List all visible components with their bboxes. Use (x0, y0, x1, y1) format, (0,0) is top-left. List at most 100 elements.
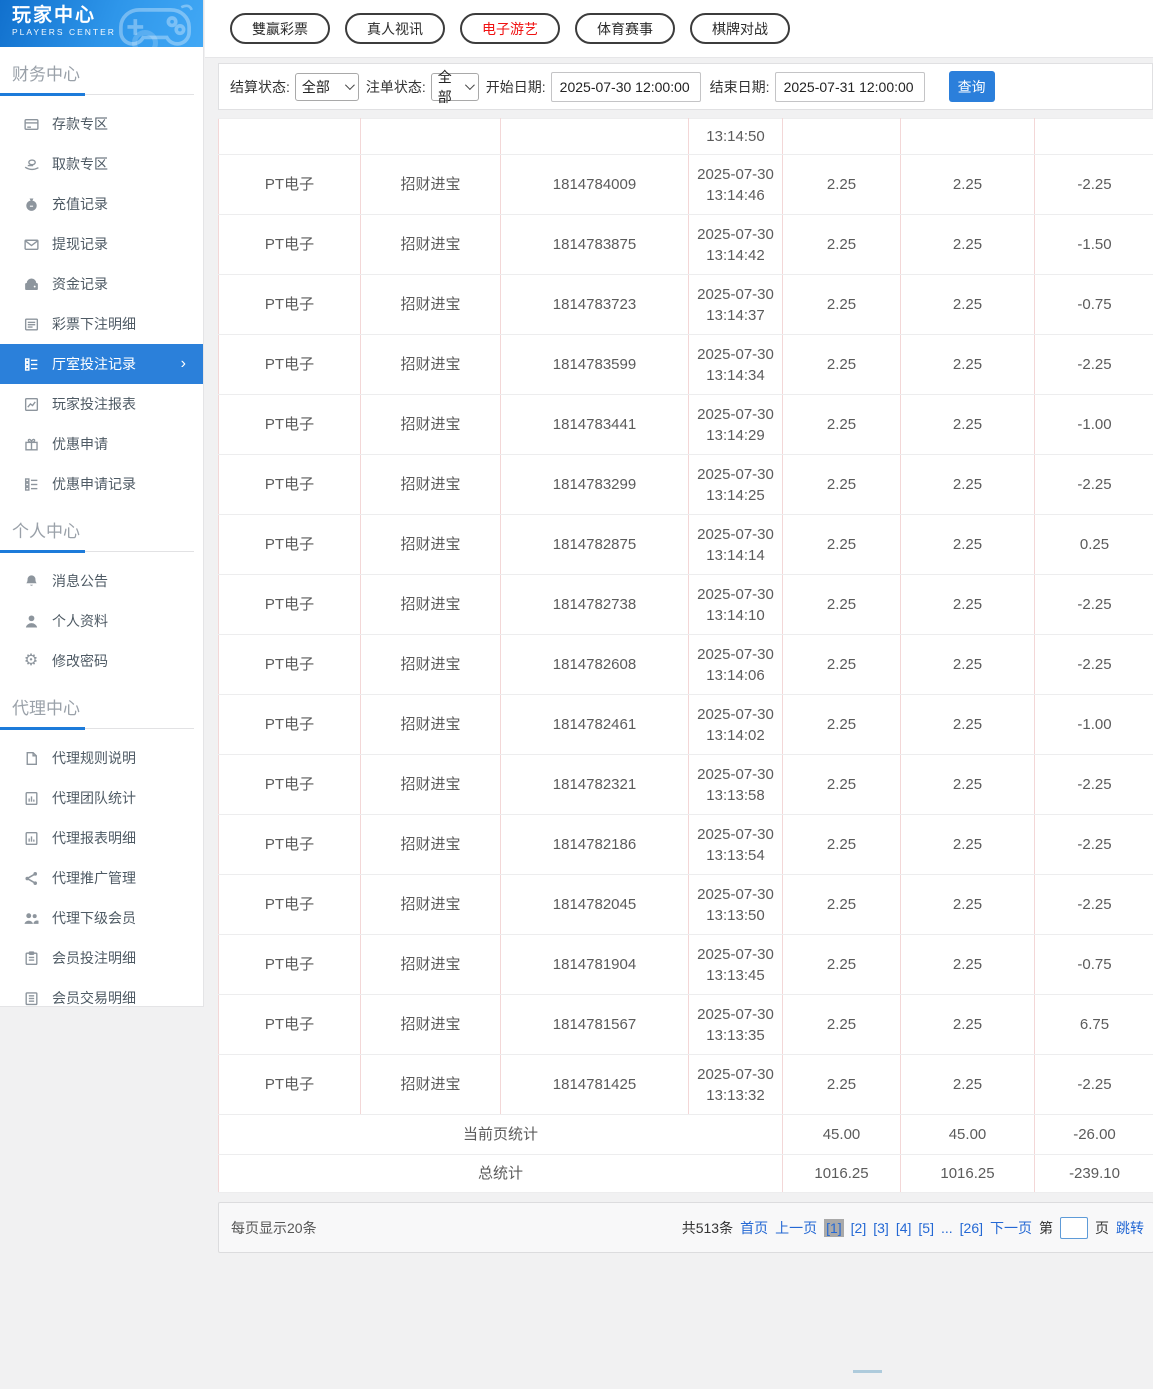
cell-result: -2.25 (1035, 875, 1153, 935)
settle-status-select[interactable]: 全部 (295, 73, 359, 101)
table-row: PT电子招财进宝18147819042025-07-3013:13:452.25… (219, 935, 1153, 995)
table-row: PT电子招财进宝18147832992025-07-3013:14:252.25… (219, 455, 1153, 515)
sidebar-item-agent-sub-members[interactable]: 代理下级会员 (0, 898, 203, 938)
cell-game: 招财进宝 (361, 515, 501, 575)
bet-records-table-box: 13:14:50PT电子招财进宝18147840092025-07-3013:1… (218, 118, 1153, 1193)
share-icon (22, 869, 40, 887)
cell-time: 2025-07-3013:14:14 (689, 515, 783, 575)
cell-platform: PT电子 (219, 755, 361, 815)
cell-result: -2.25 (1035, 575, 1153, 635)
card-icon (22, 115, 40, 133)
cell-time: 2025-07-3013:14:25 (689, 455, 783, 515)
cell-order: 1814781904 (501, 935, 689, 995)
next-page-link[interactable]: 下一页 (990, 1218, 1032, 1238)
cell-time: 2025-07-3013:13:58 (689, 755, 783, 815)
sidebar-item-agent-team-stats[interactable]: 代理团队统计 (0, 778, 203, 818)
tab-e-games[interactable]: 电子游艺 (460, 13, 560, 44)
sidebar-item-label: 会员交易明细 (52, 988, 136, 1008)
cell-platform: PT电子 (219, 155, 361, 215)
page-summary-row: 当前页统计45.0045.00-26.00 (219, 1115, 1153, 1155)
jump-button[interactable]: 跳转 (1116, 1218, 1144, 1238)
prev-page-link[interactable]: 上一页 (775, 1218, 817, 1238)
content-area: 结算状态: 全部 注单状态: 全部 开始日期: 结束日期: 查询 (205, 58, 1153, 1253)
summary-valid: 1016.25 (901, 1155, 1035, 1193)
cell-game: 招财进宝 (361, 155, 501, 215)
sidebar-item-agent-report-detail[interactable]: 代理报表明细 (0, 818, 203, 858)
table-row-partial: 13:14:50 (219, 119, 1153, 155)
sidebar-item-label: 代理规则说明 (52, 748, 136, 768)
sidebar-item-lottery-bet-detail[interactable]: 彩票下注明细 (0, 304, 203, 344)
order-status-select[interactable]: 全部 (431, 73, 479, 101)
cell-game: 招财进宝 (361, 995, 501, 1055)
cell-bet: 2.25 (783, 395, 901, 455)
jump-page-input[interactable] (1060, 1217, 1088, 1239)
sidebar-item-label: 彩票下注明细 (52, 314, 136, 334)
sidebar-item-promo-apply[interactable]: 优惠申请 (0, 424, 203, 464)
sidebar-item-agent-promo-mgmt[interactable]: 代理推广管理 (0, 858, 203, 898)
tab-live-video[interactable]: 真人视讯 (345, 13, 445, 44)
sidebar-item-member-bet-detail[interactable]: 会员投注明细 (0, 938, 203, 978)
cell-game: 招财进宝 (361, 935, 501, 995)
table-row: PT电子招财进宝18147820452025-07-3013:13:502.25… (219, 875, 1153, 935)
sidebar-item-withdrawal-record[interactable]: 提现记录 (0, 224, 203, 264)
sidebar-item-messages[interactable]: 消息公告 (0, 561, 203, 601)
cell-platform: PT电子 (219, 575, 361, 635)
sidebar-item-promo-apply-record[interactable]: 优惠申请记录 (0, 464, 203, 504)
cell-bet: 2.25 (783, 995, 901, 1055)
page-link-1[interactable]: [1] (824, 1219, 844, 1237)
cell-result: -2.25 (1035, 455, 1153, 515)
sidebar-item-member-trade-detail[interactable]: 会员交易明细 (0, 978, 203, 1018)
cell-valid: 2.25 (901, 635, 1035, 695)
settle-status-label: 结算状态: (230, 77, 290, 97)
cell-game: 招财进宝 (361, 455, 501, 515)
cell-valid: 2.25 (901, 275, 1035, 335)
sidebar-item-label: 优惠申请 (52, 434, 108, 454)
query-button[interactable]: 查询 (949, 71, 995, 102)
sidebar-item-player-bet-report[interactable]: 玩家投注报表 (0, 384, 203, 424)
sidebar-item-change-password[interactable]: ⚙修改密码 (0, 641, 203, 681)
hand-money-icon (22, 155, 40, 173)
total-summary-label: 总统计 (219, 1155, 783, 1193)
end-date-input[interactable] (775, 72, 925, 102)
cell-time: 2025-07-3013:14:06 (689, 635, 783, 695)
sidebar-item-withdraw[interactable]: 取款专区 (0, 144, 203, 184)
cell-order (501, 119, 689, 155)
sidebar-item-profile[interactable]: 个人资料 (0, 601, 203, 641)
sidebar-item-agent-rules[interactable]: 代理规则说明 (0, 738, 203, 778)
page-link-4[interactable]: [4] (896, 1220, 912, 1236)
cell-game: 招财进宝 (361, 815, 501, 875)
page-link-26[interactable]: [26] (960, 1220, 983, 1236)
cell-result: -1.00 (1035, 695, 1153, 755)
cell-order: 1814782608 (501, 635, 689, 695)
cell-game: 招财进宝 (361, 395, 501, 455)
sidebar-section: 个人中心消息公告个人资料⚙修改密码 (0, 517, 203, 681)
cell-result: -2.25 (1035, 815, 1153, 875)
cell-platform: PT电子 (219, 995, 361, 1055)
cell-result: -2.25 (1035, 335, 1153, 395)
cell-platform: PT电子 (219, 335, 361, 395)
page-link-2[interactable]: [2] (851, 1220, 867, 1236)
cell-platform: PT电子 (219, 455, 361, 515)
start-date-input[interactable] (551, 72, 701, 102)
cell-time: 2025-07-3013:14:34 (689, 335, 783, 395)
sidebar-item-funds-record[interactable]: 资金记录 (0, 264, 203, 304)
cell-time: 13:14:50 (689, 119, 783, 155)
moneybag-icon (22, 195, 40, 213)
cell-platform: PT电子 (219, 275, 361, 335)
tab-sports[interactable]: 体育赛事 (575, 13, 675, 44)
sidebar-item-deposit[interactable]: 存款专区 (0, 104, 203, 144)
sidebar-item-recharge-record[interactable]: 充值记录 (0, 184, 203, 224)
cell-platform: PT电子 (219, 875, 361, 935)
sidebar-item-hall-bet-record[interactable]: 厅室投注记录› (0, 344, 203, 384)
cell-order: 1814783441 (501, 395, 689, 455)
tab-lottery[interactable]: 雙赢彩票 (230, 13, 330, 44)
page-link-3[interactable]: [3] (873, 1220, 889, 1236)
tab-board-games[interactable]: 棋牌对战 (690, 13, 790, 44)
table-row: PT电子招财进宝18147815672025-07-3013:13:352.25… (219, 995, 1153, 1055)
sidebar-item-label: 代理团队统计 (52, 788, 136, 808)
cell-order: 1814781567 (501, 995, 689, 1055)
table-row: PT电子招财进宝18147834412025-07-3013:14:292.25… (219, 395, 1153, 455)
page-link-5[interactable]: [5] (918, 1220, 934, 1236)
first-page-link[interactable]: 首页 (740, 1218, 768, 1238)
cell-order: 1814783599 (501, 335, 689, 395)
